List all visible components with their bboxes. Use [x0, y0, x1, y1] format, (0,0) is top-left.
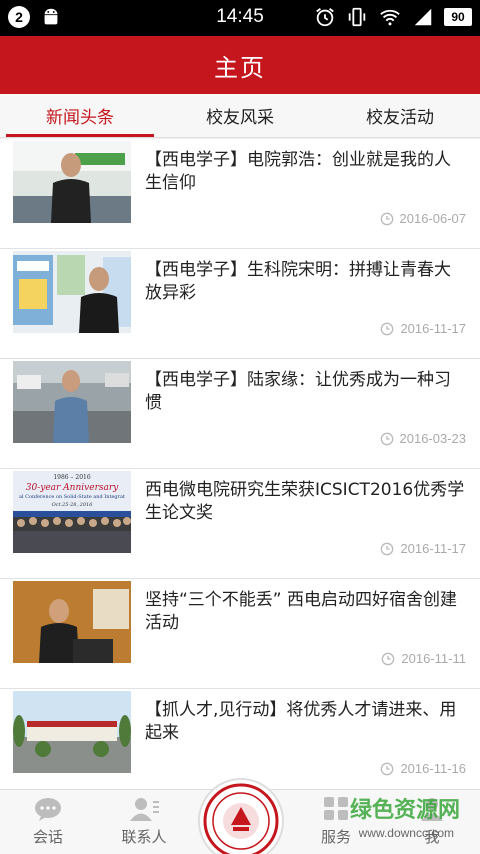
battery-icon: 90 [444, 8, 472, 26]
news-date-text: 2016-11-17 [400, 321, 466, 336]
news-item[interactable]: 【西电学子】陆家缘：让优秀成为一种习惯 2016-03-23 [0, 359, 480, 469]
news-thumbnail [13, 141, 131, 223]
news-date: 2016-11-16 [380, 761, 466, 776]
nav-contacts[interactable]: 联系人 [104, 796, 184, 847]
news-item[interactable]: 【西电学子】生科院宋明：拼搏让青春大放异彩 2016-11-17 [0, 249, 480, 359]
anniversary-date: Oct.25-28, 2016 [52, 502, 94, 508]
watermark: 绿色资源网 [349, 798, 460, 823]
news-thumbnail [13, 251, 131, 333]
news-title: 坚持“三个不能丢” 西电启动四好宿舍创建活动 [145, 590, 458, 633]
news-date: 2016-06-07 [380, 211, 467, 226]
news-date-text: 2016-11-16 [400, 761, 466, 776]
news-date-text: 2016-03-23 [399, 431, 467, 446]
news-thumbnail [13, 581, 131, 663]
clock-icon [380, 212, 393, 225]
clock-icon [381, 762, 394, 775]
contacts-icon [130, 798, 159, 821]
news-thumbnail: 1986 – 2016 30-year Anniversary al Confe… [13, 471, 131, 553]
news-title: 【西电学子】电院郭浩：创业就是我的人生信仰 [145, 150, 451, 193]
news-list: 【西电学子】电院郭浩：创业就是我的人生信仰 2016-06-07 【西电学子】生… [0, 139, 480, 789]
status-right: 90 [314, 6, 472, 28]
signal-icon [414, 8, 432, 26]
news-item[interactable]: 【西电学子】电院郭浩：创业就是我的人生信仰 2016-06-07 [0, 139, 480, 249]
chat-icon [35, 798, 61, 821]
university-seal-icon [203, 783, 279, 854]
news-date-text: 2016-06-07 [399, 211, 467, 226]
wifi-icon [380, 9, 400, 26]
anniversary-years: 1986 – 2016 [53, 474, 91, 481]
page-title: 主页 [214, 53, 266, 82]
app-header: 主页 [0, 36, 480, 94]
news-item[interactable]: 坚持“三个不能丢” 西电启动四好宿舍创建活动 2016-11-11 [0, 579, 480, 689]
nav-chat-label: 会话 [32, 828, 63, 846]
clock-icon [381, 322, 394, 335]
news-date: 2016-03-23 [380, 431, 467, 446]
tab-headlines[interactable]: 新闻头条 [0, 94, 160, 137]
news-date: 2016-11-17 [380, 321, 466, 336]
news-item[interactable]: 1986 – 2016 30-year Anniversary al Confe… [0, 469, 480, 579]
clock-icon [382, 652, 395, 665]
news-title: 【抓人才,见行动】将优秀人才请进来、用起来 [145, 700, 457, 743]
watermark-url: www.downcc.com [358, 826, 454, 840]
vibrate-icon [348, 7, 366, 27]
news-title: 【西电学子】陆家缘：让优秀成为一种习惯 [145, 370, 451, 413]
news-date: 2016-11-11 [381, 651, 466, 666]
news-date-text: 2016-11-17 [400, 541, 466, 556]
nav-contacts-label: 联系人 [121, 828, 167, 846]
news-date-text: 2016-11-11 [401, 651, 466, 666]
tab-bar: 新闻头条 校友风采 校友活动 [0, 94, 480, 138]
grid-icon [324, 797, 348, 820]
news-title: 西电微电院研究生荣获ICSICT2016优秀学生论文奖 [145, 480, 465, 523]
anniversary-title: 30-year Anniversary [26, 483, 119, 493]
tab-alumni-activities[interactable]: 校友活动 [320, 94, 480, 137]
clock-icon [380, 432, 393, 445]
anniversary-conference: al Conference on Solid-State and Integra… [19, 494, 125, 500]
nav-chat[interactable]: 会话 [8, 796, 88, 847]
news-date: 2016-11-17 [380, 541, 466, 556]
clock-icon [381, 542, 394, 555]
news-thumbnail [13, 691, 131, 773]
university-logo-button[interactable] [198, 778, 284, 854]
alarm-icon [316, 8, 334, 27]
status-bar: 2 14:45 90 [0, 0, 480, 36]
nav-services-label: 服务 [320, 828, 351, 846]
news-title: 【西电学子】生科院宋明：拼搏让青春大放异彩 [145, 260, 451, 303]
tab-alumni-profiles[interactable]: 校友风采 [160, 94, 320, 137]
news-item[interactable]: 【抓人才,见行动】将优秀人才请进来、用起来 2016-11-16 [0, 689, 480, 789]
news-thumbnail [13, 361, 131, 443]
